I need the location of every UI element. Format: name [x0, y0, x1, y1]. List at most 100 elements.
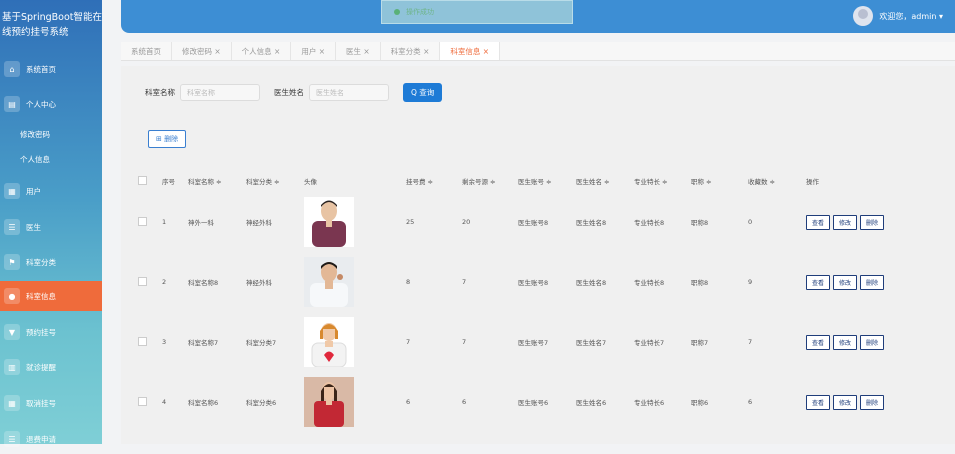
sidebar-item-label: 医生: [26, 222, 41, 232]
col-avatar: 头像: [304, 178, 317, 186]
doctor-name-label: 医生姓名: [274, 88, 304, 97]
sidebar-item-refund[interactable]: ☰ 退费申请: [0, 424, 102, 454]
delete-button[interactable]: 删除: [860, 214, 885, 230]
doctor-name-input[interactable]: 医生姓名: [309, 84, 389, 101]
tab-profile[interactable]: 个人信息 ×: [232, 42, 292, 60]
tab-dept-info[interactable]: 科室信息 ×: [440, 42, 501, 60]
tab-dept-category[interactable]: 科室分类 ×: [381, 42, 441, 60]
select-all-checkbox[interactable]: [138, 175, 147, 185]
sidebar-item-label: 取消挂号: [26, 398, 56, 408]
sidebar-item-label: 就诊提醒: [26, 362, 56, 372]
col-name[interactable]: 医生姓名 ≑: [575, 170, 633, 192]
cell-account: 医生账号6: [518, 399, 549, 407]
cell-favorites: 9: [748, 278, 753, 286]
batch-delete-button[interactable]: ⊞ 删除: [148, 130, 187, 148]
cell-name: 医生姓名7: [576, 339, 607, 347]
user-menu[interactable]: 欢迎您，admin ▾: [853, 6, 943, 26]
cell-dept: 神外一科: [188, 219, 214, 227]
dept-name-input[interactable]: 科室名称: [180, 84, 260, 101]
cell-favorites: 7: [748, 338, 753, 346]
form-icon: ▼: [4, 324, 20, 340]
cell-no: 2: [162, 278, 167, 286]
list-icon: ☰: [4, 219, 20, 235]
col-dept[interactable]: 科室名称 ≑: [187, 170, 245, 192]
toast-text: 操作成功: [406, 8, 434, 16]
cell-dept: 科室名称8: [188, 279, 219, 287]
cell-specialty: 专业特长7: [634, 339, 665, 347]
sidebar: 基于SpringBoot智能在线预约挂号系统 ⌂ 系统首页 ▤ 个人中心 修改密…: [0, 0, 102, 447]
delete-button[interactable]: 删除: [860, 274, 885, 290]
cell-no: 1: [162, 218, 167, 226]
cell-favorites: 0: [748, 218, 753, 226]
cell-no: 3: [162, 338, 167, 346]
edit-button[interactable]: 修改: [833, 274, 858, 290]
cell-remaining: 6: [462, 398, 467, 406]
edit-button[interactable]: 修改: [833, 214, 858, 230]
sidebar-item-label: 科室信息: [26, 291, 56, 301]
col-account[interactable]: 医生账号 ≑: [517, 170, 575, 192]
cell-remaining: 7: [462, 278, 467, 286]
query-button[interactable]: Q 查询: [403, 83, 443, 102]
sidebar-item-label: 个人中心: [26, 99, 56, 109]
edit-button[interactable]: 修改: [833, 394, 858, 410]
edit-button[interactable]: 修改: [833, 334, 858, 350]
cell-specialty: 专业特长6: [634, 399, 665, 407]
delete-button[interactable]: 删除: [860, 394, 885, 410]
cell-title: 职称8: [691, 219, 709, 227]
main-panel: 科室名称 科室名称 医生姓名 医生姓名 Q 查询 ⊞ 删除 序号 科室名称 ≑ …: [121, 66, 955, 444]
cell-account: 医生账号8: [518, 279, 549, 287]
doctor-photo: [304, 377, 354, 427]
sidebar-item-appointment[interactable]: ▼ 预约挂号: [0, 317, 102, 347]
row-checkbox[interactable]: [138, 396, 147, 406]
col-favorites[interactable]: 收藏数 ≑: [747, 170, 805, 192]
view-button[interactable]: 查看: [806, 274, 831, 290]
cell-name: 医生姓名6: [576, 399, 607, 407]
table-row: 1 神外一科 神经外科 25 20 医生账号8 医生姓名8 专业特长8 职称8 …: [137, 192, 937, 252]
flag-icon: ⚑: [4, 254, 20, 270]
cell-name: 医生姓名8: [576, 279, 607, 287]
grid-icon: ▦: [4, 395, 20, 411]
welcome-text: 欢迎您，admin ▾: [879, 11, 943, 21]
row-checkbox[interactable]: [138, 216, 147, 226]
cell-account: 医生账号8: [518, 219, 549, 227]
tab-doctors[interactable]: 医生 ×: [336, 42, 381, 60]
col-fee[interactable]: 挂号费 ≑: [405, 170, 461, 192]
dept-name-label: 科室名称: [145, 88, 175, 97]
sidebar-item-home[interactable]: ⌂ 系统首页: [0, 54, 102, 84]
sidebar-item-label: 科室分类: [26, 257, 56, 267]
sidebar-item-cancel-appointment[interactable]: ▦ 取消挂号: [0, 388, 102, 418]
cell-title: 职称8: [691, 279, 709, 287]
sidebar-item-personal-center[interactable]: ▤ 个人中心: [0, 89, 102, 119]
sidebar-item-dept-info[interactable]: ● 科室信息: [0, 281, 102, 311]
sidebar-item-label: 退费申请: [26, 434, 56, 444]
success-icon: [394, 9, 400, 15]
sidebar-item-visit-reminder[interactable]: ▥ 就诊提醒: [0, 352, 102, 382]
sidebar-subitem-change-password[interactable]: 修改密码: [20, 129, 50, 140]
dept-table: 序号 科室名称 ≑ 科室分类 ≑ 头像 挂号费 ≑ 剩余号源 ≑ 医生账号 ≑ …: [137, 170, 937, 432]
col-specialty[interactable]: 专业特长 ≑: [633, 170, 690, 192]
view-button[interactable]: 查看: [806, 394, 831, 410]
sidebar-subitem-profile[interactable]: 个人信息: [20, 154, 50, 165]
list-icon: ☰: [4, 431, 20, 447]
col-remaining[interactable]: 剩余号源 ≑: [461, 170, 517, 192]
success-toast: 操作成功: [381, 0, 573, 24]
col-no[interactable]: 序号: [161, 170, 187, 192]
delete-button[interactable]: 删除: [860, 334, 885, 350]
pin-icon: ●: [4, 288, 20, 304]
view-button[interactable]: 查看: [806, 214, 831, 230]
col-title[interactable]: 职称 ≑: [690, 170, 747, 192]
home-icon: ⌂: [4, 61, 20, 77]
tab-change-password[interactable]: 修改密码 ×: [172, 42, 232, 60]
row-checkbox[interactable]: [138, 336, 147, 346]
col-category[interactable]: 科室分类 ≑: [245, 170, 303, 192]
cell-dept: 科室名称6: [188, 399, 219, 407]
view-button[interactable]: 查看: [806, 334, 831, 350]
sidebar-item-users[interactable]: ▦ 用户: [0, 176, 102, 206]
table-row: 2 科室名称8 神经外科 8 7 医生账号8 医生姓名8 专业特长8 职称8 9…: [137, 252, 937, 312]
avatar: [853, 6, 874, 26]
tab-home[interactable]: 系统首页: [121, 42, 172, 60]
row-checkbox[interactable]: [138, 276, 147, 286]
sidebar-item-doctors[interactable]: ☰ 医生: [0, 212, 102, 242]
sidebar-item-dept-category[interactable]: ⚑ 科室分类: [0, 247, 102, 277]
tab-users[interactable]: 用户 ×: [291, 42, 337, 60]
